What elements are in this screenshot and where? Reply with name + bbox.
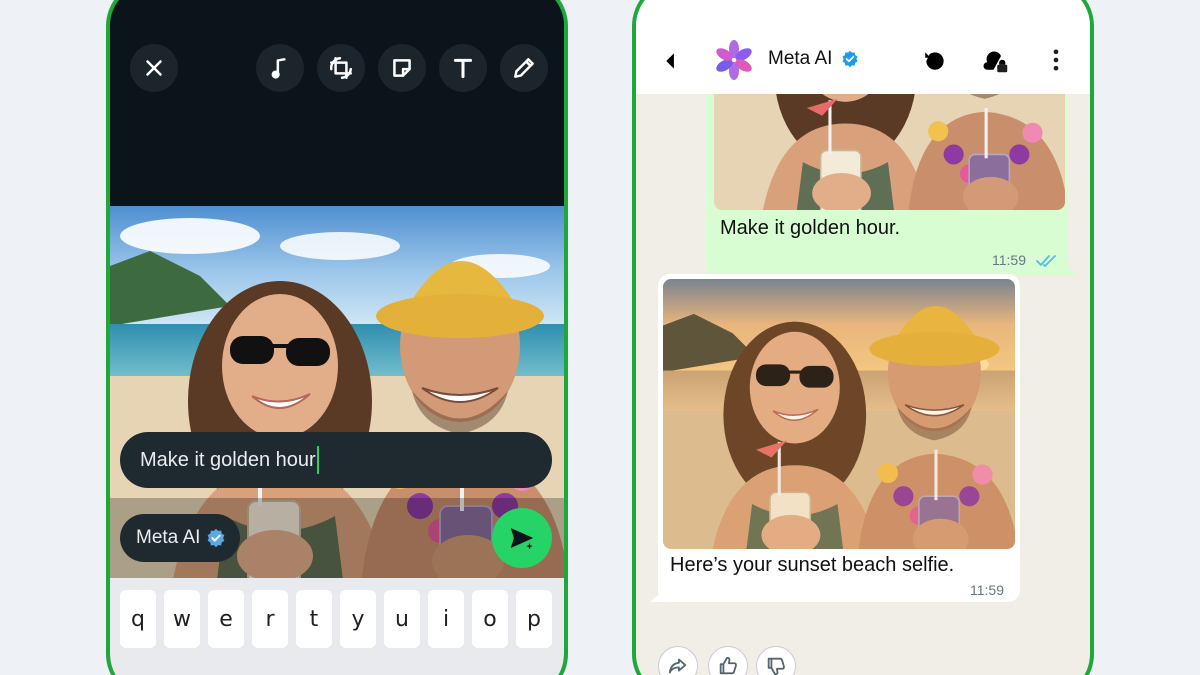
sticker-icon (393, 59, 411, 77)
send-ai-icon (510, 528, 536, 552)
bubble-tail (650, 588, 666, 602)
key-q[interactable]: q (120, 590, 156, 648)
incoming-message-text: Here’s your sunset beach selfie. (670, 554, 955, 576)
key-r[interactable]: r (252, 590, 288, 648)
on-screen-keyboard: q w e r t y u i o p (110, 578, 564, 675)
music-button[interactable] (256, 44, 304, 92)
thumbs-up-icon (719, 656, 737, 675)
verified-badge-icon (842, 50, 858, 68)
outgoing-message-text: Make it golden hour. (720, 217, 901, 239)
phone-chat: Meta AI Make it golden hour. 11:59 Here’… (632, 0, 1094, 675)
pencil-button[interactable] (500, 44, 548, 92)
key-t[interactable]: t (296, 590, 332, 648)
chat-header: Meta AI (636, 0, 1090, 94)
chat-title[interactable]: Meta AI (768, 48, 832, 70)
thumbs-down-button[interactable] (756, 646, 796, 675)
text-icon (453, 58, 473, 79)
key-o[interactable]: o (472, 590, 508, 648)
music-icon (271, 58, 286, 79)
message-timestamp: 11:59 (992, 252, 1026, 268)
more-options-icon[interactable] (1042, 46, 1070, 74)
thumbs-down-icon (767, 657, 785, 675)
share-icon (668, 658, 687, 674)
sticker-button[interactable] (378, 44, 426, 92)
golden-hour-selfie-image (663, 279, 1015, 549)
close-icon (146, 60, 162, 76)
crop-rotate-icon (330, 57, 352, 79)
text-button[interactable] (439, 44, 487, 92)
recipient-chip[interactable]: Meta AI (120, 514, 241, 562)
read-receipt-icon (1036, 255, 1056, 267)
caption-text: Make it golden hour (140, 448, 316, 471)
bubble-tail (1062, 262, 1078, 276)
key-u[interactable]: u (384, 590, 420, 648)
meta-ai-avatar[interactable] (712, 38, 756, 82)
message-timestamp: 11:59 (970, 582, 1004, 598)
disappearing-messages-icon[interactable] (922, 48, 948, 74)
key-w[interactable]: w (164, 590, 200, 648)
share-button[interactable] (658, 646, 698, 675)
close-button[interactable] (130, 44, 178, 92)
verified-badge-icon (208, 528, 225, 548)
key-y[interactable]: y (340, 590, 376, 648)
crop-rotate-button[interactable] (317, 44, 365, 92)
phone-editor: Make it golden hour Meta AI q w e r t y … (106, 0, 568, 675)
private-chat-lock-icon[interactable] (981, 46, 1011, 76)
key-p[interactable]: p (516, 590, 552, 648)
send-button[interactable] (492, 508, 552, 568)
editor-toolbar (110, 0, 564, 206)
pencil-icon (514, 58, 534, 78)
back-arrow-icon[interactable] (662, 48, 688, 74)
thumbs-up-button[interactable] (708, 646, 748, 675)
key-i[interactable]: i (428, 590, 464, 648)
caption-input[interactable]: Make it golden hour (120, 432, 552, 488)
incoming-message[interactable]: Here’s your sunset beach selfie. 11:59 (658, 274, 1020, 602)
text-caret (316, 446, 319, 474)
incoming-photo[interactable] (663, 279, 1015, 549)
recipient-name: Meta AI (136, 527, 201, 548)
key-e[interactable]: e (208, 590, 244, 648)
